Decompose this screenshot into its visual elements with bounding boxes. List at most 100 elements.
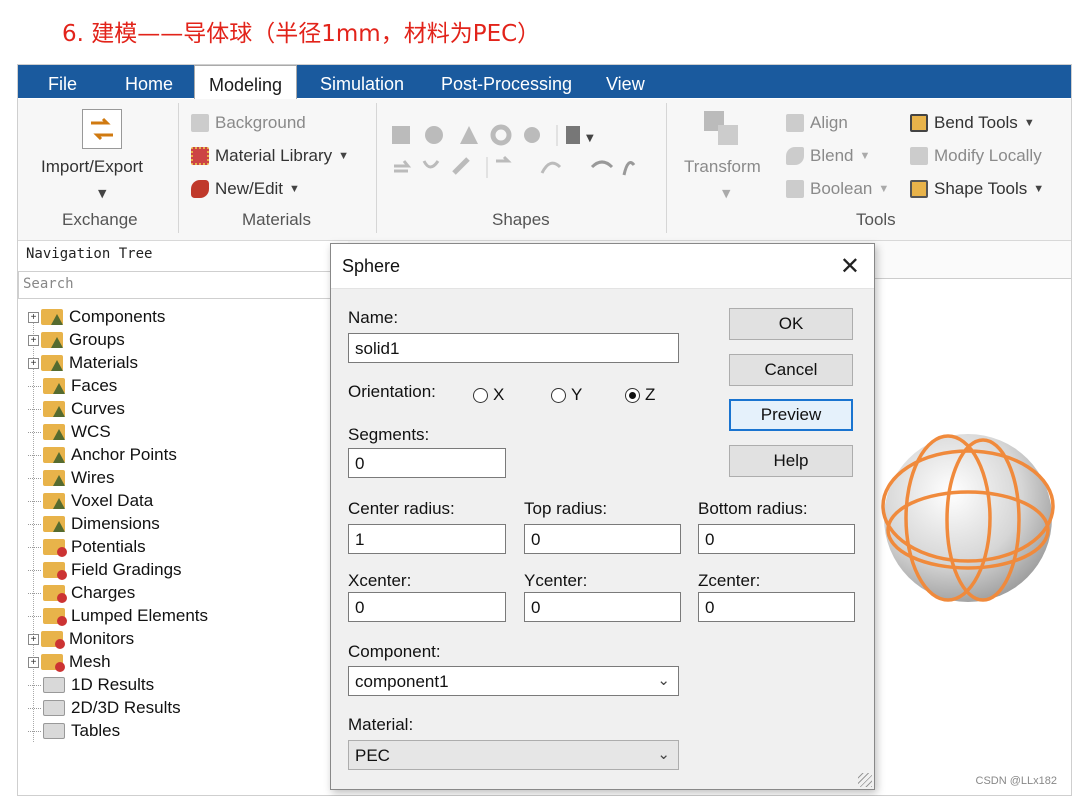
folder-icon xyxy=(41,631,65,649)
dialog-title-bar: Sphere ✕ xyxy=(331,244,874,289)
xcenter-field[interactable]: 0 xyxy=(348,592,506,622)
tree-item-charges[interactable]: Charges xyxy=(28,582,135,604)
tree-item-label: 1D Results xyxy=(71,675,155,694)
expand-icon[interactable]: + xyxy=(28,656,39,668)
expand-icon[interactable]: + xyxy=(28,633,39,645)
group-divider xyxy=(666,103,667,233)
background-button[interactable]: Background xyxy=(191,113,306,133)
tab-modeling[interactable]: Modeling xyxy=(194,65,298,100)
chevron-down-icon: ▼ xyxy=(859,150,871,162)
ycenter-field[interactable]: 0 xyxy=(524,592,681,622)
transform-button[interactable]: Transform xyxy=(684,157,761,177)
tree-item-dimensions[interactable]: Dimensions xyxy=(28,513,160,535)
center-radius-field[interactable]: 1 xyxy=(348,524,506,554)
tree-item-label: Wires xyxy=(71,468,115,487)
bottom-radius-field[interactable]: 0 xyxy=(698,524,855,554)
tree-connector xyxy=(28,477,41,479)
tree-item-monitors[interactable]: + Monitors xyxy=(28,628,134,650)
cone-icon xyxy=(460,126,478,144)
resize-grip-icon[interactable] xyxy=(858,773,872,787)
chevron-down-icon[interactable]: ▼ xyxy=(98,187,106,200)
tree-item-mesh[interactable]: + Mesh xyxy=(28,651,111,673)
tree-item-potentials[interactable]: Potentials xyxy=(28,536,146,558)
tab-file[interactable]: File xyxy=(48,65,77,98)
zcenter-field[interactable]: 0 xyxy=(698,592,855,622)
align-button[interactable]: Align xyxy=(786,113,848,133)
orientation-y-radio[interactable]: Y xyxy=(551,385,582,405)
expand-icon[interactable]: + xyxy=(28,311,39,323)
close-icon[interactable]: ✕ xyxy=(840,252,860,281)
name-field[interactable]: solid1 xyxy=(348,333,679,363)
tree-item-voxel-data[interactable]: Voxel Data xyxy=(28,490,153,512)
component-select[interactable]: component1 ⌄ xyxy=(348,666,679,696)
folder-icon xyxy=(41,309,63,325)
align-label: Align xyxy=(810,113,848,132)
tree-item-curves[interactable]: Curves xyxy=(28,398,125,420)
bottom-radius-label: Bottom radius: xyxy=(698,499,808,518)
chevron-down-icon: ▼ xyxy=(722,187,731,200)
material-library-label: Material Library xyxy=(215,146,333,165)
tree-item-tables[interactable]: Tables xyxy=(28,720,120,742)
cancel-button[interactable]: Cancel xyxy=(729,354,853,386)
shape-tools-button[interactable]: Shape Tools ▼ xyxy=(910,179,1044,199)
tab-home[interactable]: Home xyxy=(125,65,173,98)
tree-item-materials[interactable]: + Materials xyxy=(28,352,138,374)
ok-button[interactable]: OK xyxy=(729,308,853,340)
orientation-z-radio[interactable]: Z xyxy=(625,385,655,405)
tree-item-field-gradings[interactable]: Field Gradings xyxy=(28,559,182,581)
material-library-button[interactable]: Material Library ▼ xyxy=(191,146,349,166)
tree-item-label: Faces xyxy=(71,376,118,395)
tree-connector xyxy=(28,615,41,617)
folder-icon xyxy=(43,493,65,509)
expand-icon[interactable]: + xyxy=(28,357,39,369)
modify-locally-button[interactable]: Modify Locally xyxy=(910,146,1042,166)
search-input[interactable]: Search xyxy=(18,271,338,299)
tree-item-faces[interactable]: Faces xyxy=(28,375,117,397)
tree-item-lumped-elements[interactable]: Lumped Elements xyxy=(28,605,208,627)
new-edit-button[interactable]: New/Edit ▼ xyxy=(191,179,300,199)
tree-item-1d-results[interactable]: 1D Results xyxy=(28,674,154,696)
modify-locally-label: Modify Locally xyxy=(934,146,1042,165)
folder-icon xyxy=(43,401,65,417)
tree-connector xyxy=(28,569,41,571)
tree-item-label: Components xyxy=(69,307,166,326)
chevron-down-icon: ▼ xyxy=(1033,183,1045,195)
expand-icon[interactable]: + xyxy=(28,334,39,346)
tree-item-label: Tables xyxy=(71,721,121,740)
tree-item-groups[interactable]: + Groups xyxy=(28,329,125,351)
orientation-x-radio[interactable]: X xyxy=(473,385,504,405)
ycenter-label: Ycenter: xyxy=(524,571,588,590)
preview-button[interactable]: Preview xyxy=(729,399,853,431)
extrude-icon xyxy=(566,126,580,144)
shape-icons: ▼ xyxy=(392,121,652,191)
tree-item-anchor-points[interactable]: Anchor Points xyxy=(28,444,177,466)
tree-item-2d3d-results[interactable]: 2D/3D Results xyxy=(28,697,181,719)
new-edit-icon xyxy=(191,180,209,198)
segments-field[interactable]: 0 xyxy=(348,448,506,478)
tree-item-label: Potentials xyxy=(71,537,146,556)
bend-tools-button[interactable]: Bend Tools ▼ xyxy=(910,113,1035,133)
folder-icon xyxy=(41,355,63,371)
boolean-button[interactable]: Boolean ▼ xyxy=(786,179,889,199)
help-button[interactable]: Help xyxy=(729,445,853,477)
material-select[interactable]: PEC ⌄ xyxy=(348,740,679,770)
radio-label: Z xyxy=(645,385,656,404)
tab-simulation[interactable]: Simulation xyxy=(320,65,404,98)
group-label-exchange: Exchange xyxy=(62,210,138,229)
tab-post-processing[interactable]: Post-Processing xyxy=(441,65,572,98)
blend-label: Blend xyxy=(810,146,854,165)
tree-item-wcs[interactable]: WCS xyxy=(28,421,111,443)
tree-item-components[interactable]: + Components xyxy=(28,306,165,328)
shape-tools-label: Shape Tools xyxy=(934,179,1028,198)
tab-view[interactable]: View xyxy=(606,65,645,98)
import-export-button[interactable]: Import/Export xyxy=(41,157,143,177)
tree-item-label: Charges xyxy=(71,583,136,602)
tree-item-label: Monitors xyxy=(69,629,135,648)
shape-tool-icon xyxy=(496,155,512,163)
shape-tools-icon xyxy=(910,180,928,198)
blend-button[interactable]: Blend ▼ xyxy=(786,146,870,166)
tree-item-label: 2D/3D Results xyxy=(71,698,181,717)
tree-item-wires[interactable]: Wires xyxy=(28,467,114,489)
top-radius-field[interactable]: 0 xyxy=(524,524,681,554)
tree-item-label: Curves xyxy=(71,399,125,418)
